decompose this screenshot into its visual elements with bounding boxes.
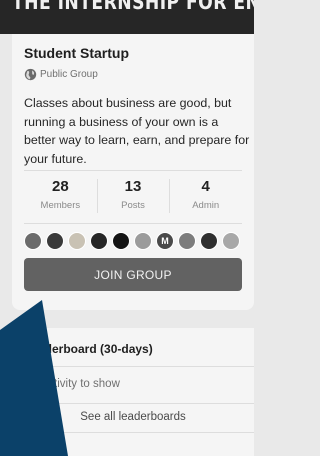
- stat-members[interactable]: 28 Members: [24, 175, 97, 219]
- stat-admin-label: Admin: [192, 200, 220, 211]
- join-group-button[interactable]: JOIN GROUP: [24, 258, 242, 291]
- divider: [24, 170, 242, 171]
- stat-members-value: 28: [51, 178, 69, 195]
- group-card: Student Startup Public Group Classes abo…: [12, 34, 254, 310]
- banner-text: THE INTERNSHIP FOR ENTREPRENEURS: [12, 0, 254, 14]
- globe-icon: [24, 68, 37, 81]
- member-avatars: M: [24, 232, 254, 252]
- member-avatar[interactable]: [134, 232, 152, 250]
- member-avatar[interactable]: [90, 232, 108, 250]
- group-cover-banner: THE INTERNSHIP FOR ENTREPRENEURS: [0, 0, 254, 34]
- member-avatar[interactable]: [46, 232, 64, 250]
- member-avatar[interactable]: [24, 232, 42, 250]
- group-stats: 28 Members 13 Posts 4 Admin: [24, 175, 242, 219]
- group-type: Public Group: [24, 68, 98, 81]
- divider: [24, 223, 242, 224]
- avatar-initial: M: [161, 236, 169, 246]
- group-type-label: Public Group: [40, 69, 98, 80]
- decorative-shape: [0, 300, 68, 456]
- stat-posts[interactable]: 13 Posts: [96, 175, 170, 219]
- member-avatar[interactable]: [112, 232, 130, 250]
- stat-members-label: Members: [40, 200, 81, 211]
- stat-admin-value: 4: [201, 178, 210, 195]
- member-avatar[interactable]: [222, 232, 240, 250]
- group-description: Classes about business are good, but run…: [24, 96, 250, 166]
- group-name[interactable]: Student Startup: [24, 45, 129, 61]
- member-avatar[interactable]: [200, 232, 218, 250]
- stat-admin[interactable]: 4 Admin: [169, 175, 242, 219]
- member-avatar[interactable]: M: [156, 232, 174, 250]
- stat-posts-label: Posts: [121, 200, 145, 211]
- stat-posts-value: 13: [124, 178, 142, 195]
- member-avatar[interactable]: [68, 232, 86, 250]
- member-avatar[interactable]: [178, 232, 196, 250]
